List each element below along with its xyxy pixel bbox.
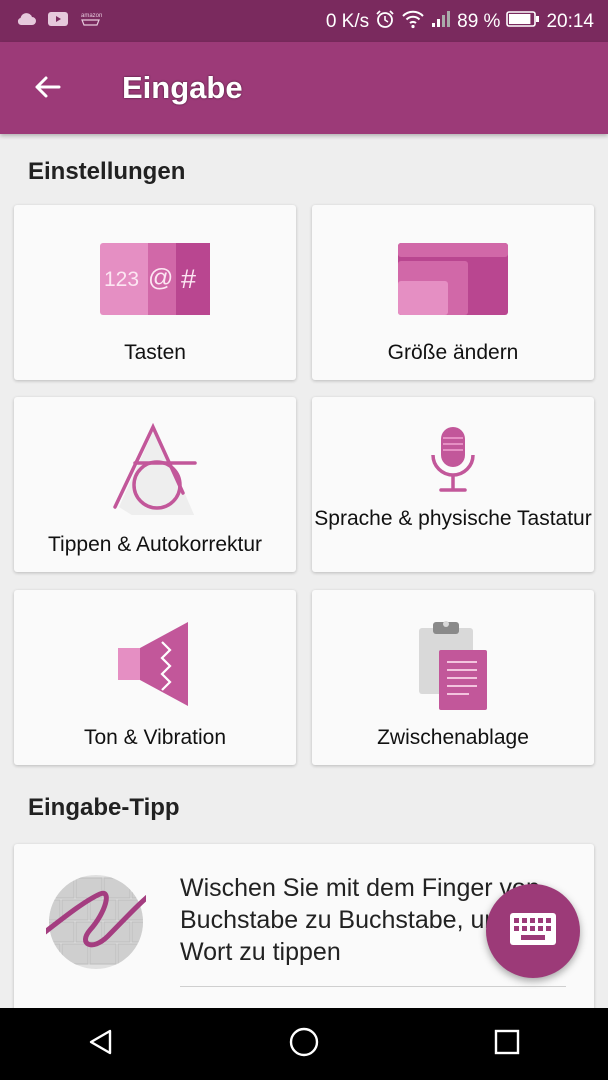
keyboard-fab-button[interactable]	[486, 884, 580, 978]
arrow-back-icon	[32, 72, 62, 107]
clipboard-icon	[417, 618, 489, 717]
signal-icon	[431, 10, 451, 32]
status-bar: amazon 0 K/s 89 % 20:14	[0, 0, 608, 42]
typing-icon	[105, 422, 205, 520]
amazon-icon: amazon	[80, 11, 102, 32]
microphone-icon	[428, 425, 478, 500]
swipe-typing-icon	[29, 872, 159, 977]
clock: 20:14	[546, 10, 594, 32]
youtube-icon	[48, 11, 68, 31]
card-sound-label: Ton & Vibration	[83, 726, 227, 749]
card-language[interactable]: Sprache & physische Tastatur	[312, 397, 594, 572]
card-typing-label: Tippen & Autokorrektur	[48, 533, 262, 556]
back-triangle-icon	[86, 1027, 116, 1062]
recents-square-icon	[493, 1028, 521, 1061]
card-clipboard-label: Zwischenablage	[377, 726, 529, 749]
navigation-bar	[0, 1008, 608, 1080]
back-button[interactable]	[22, 64, 72, 114]
svg-text:amazon: amazon	[81, 13, 102, 19]
keyboard-icon	[510, 912, 556, 950]
settings-heading: Einstellungen	[28, 158, 186, 185]
card-typing[interactable]: Tippen & Autokorrektur	[14, 397, 296, 572]
home-circle-icon	[288, 1026, 320, 1063]
card-resize[interactable]: Größe ändern	[312, 205, 594, 380]
speaker-vibration-icon	[118, 620, 192, 713]
net-speed: 0 K/s	[325, 10, 370, 32]
nav-home-button[interactable]	[274, 1014, 334, 1074]
wifi-icon	[401, 9, 425, 33]
page-title: Eingabe	[122, 70, 243, 105]
battery-percent: 89 %	[457, 10, 501, 32]
tip-heading: Eingabe-Tipp	[28, 794, 180, 821]
app-bar: Eingabe	[0, 42, 608, 134]
battery-icon	[506, 10, 540, 32]
card-sound[interactable]: Ton & Vibration	[14, 590, 296, 765]
svg-text:#: #	[181, 264, 196, 294]
nav-back-button[interactable]	[71, 1014, 131, 1074]
tip-divider	[180, 986, 566, 987]
card-keys-label: Tasten	[124, 341, 186, 364]
card-language-label: Sprache & physische Tastatur	[314, 507, 592, 530]
nav-recents-button[interactable]	[477, 1014, 537, 1074]
card-clipboard[interactable]: Zwischenablage	[312, 590, 594, 765]
keys-icon: 123 @ #	[100, 243, 210, 320]
resize-icon	[398, 243, 508, 320]
card-keys[interactable]: 123 @ # Tasten	[14, 205, 296, 380]
svg-text:@: @	[148, 264, 173, 292]
cloud-icon	[16, 12, 36, 31]
alarm-icon	[375, 9, 395, 33]
svg-text:123: 123	[104, 268, 139, 291]
card-resize-label: Größe ändern	[387, 341, 519, 364]
